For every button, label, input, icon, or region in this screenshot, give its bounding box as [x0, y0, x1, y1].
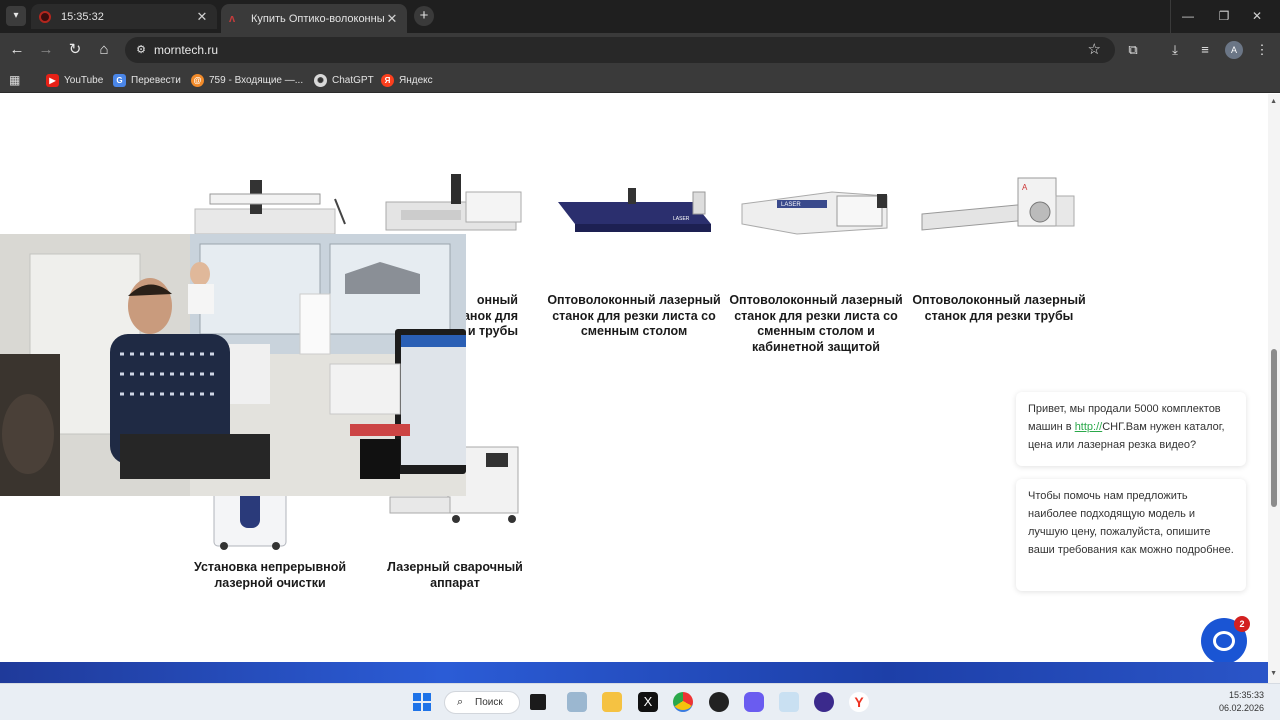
file-explorer-icon[interactable] [602, 692, 622, 712]
product-title[interactable]: Установка непрерывной лазерной очистки [180, 560, 360, 591]
record-icon [39, 10, 51, 23]
page-scrollbar[interactable]: ▲ ▼ [1268, 94, 1280, 683]
task-view-icon[interactable] [530, 694, 546, 710]
obs-icon[interactable] [709, 692, 729, 712]
windows-start-icon[interactable] [412, 692, 432, 712]
taskbar-clock[interactable]: 15:35:33 06.02.2026 [1219, 689, 1264, 715]
product-image-exchange-table-cutter[interactable]: LASER [553, 182, 715, 244]
svg-text:LASER: LASER [673, 216, 690, 222]
os-taskbar: ⌕ Поиск X Y 15:35:33 06.02.2026 [0, 683, 1280, 720]
address-bar[interactable]: ⚙ morntech.ru ☆ [125, 37, 1115, 63]
notepad-icon[interactable] [567, 692, 587, 712]
bookmark-mail[interactable]: @ 759 - Входящие —... [191, 72, 303, 88]
yandex-browser-icon[interactable]: Y [849, 692, 869, 712]
taskbar-search-label: Поиск [475, 697, 503, 708]
product-title[interactable]: Оптоволоконный лазерный станок для резки… [909, 293, 1089, 324]
video-overlay [0, 234, 466, 496]
more-menu-icon[interactable]: ⋮ [1253, 41, 1271, 59]
chat-launcher-button[interactable]: 2 [1201, 616, 1250, 664]
browser-tab-recording[interactable]: 15:35:32 ✕ [31, 4, 217, 29]
avatar[interactable]: A [1225, 41, 1243, 59]
tab-title: Купить Оптико-волоконный л [251, 12, 385, 25]
tab-search-menu-button[interactable]: ▾ [6, 6, 26, 26]
clock-date: 06.02.2026 [1218, 703, 1264, 713]
bookmark-label: YouTube [64, 74, 104, 86]
url-text[interactable]: morntech.ru [154, 43, 218, 57]
svg-text:LASER: LASER [781, 202, 801, 208]
browser-toolbar: ← → ↻ ⌂ ⚙ morntech.ru ☆ ⧉ ⤓ ≡ A ⋮ [0, 33, 1280, 67]
section-heading-cut: · · · [630, 94, 674, 106]
site-favicon-icon: ʌ [229, 12, 236, 25]
mail-icon: @ [191, 73, 204, 87]
chat-message: Привет, мы продали 5000 комплектов машин… [1016, 392, 1246, 466]
apps-grid-icon[interactable]: ▦ [9, 73, 23, 87]
translate-icon: G [113, 73, 126, 87]
chat-message: Чтобы помочь нам предложить наиболее под… [1016, 479, 1246, 591]
scroll-up-icon[interactable]: ▲ [1270, 98, 1277, 105]
close-window-button[interactable]: ✕ [1242, 6, 1272, 26]
back-button[interactable]: ← [7, 40, 27, 60]
divider [1170, 0, 1171, 33]
browser-app-icon[interactable] [814, 692, 834, 712]
download-icon[interactable]: ⤓ [1166, 41, 1184, 59]
scrollbar-thumb[interactable] [1271, 349, 1277, 507]
product-title[interactable]: Лазерный сварочный аппарат [365, 560, 545, 591]
product-title[interactable]: Оптоволоконный лазерный станок для резки… [726, 293, 906, 355]
extensions-icon[interactable]: ⧉ [1124, 41, 1142, 59]
bookmark-youtube[interactable]: ▶ YouTube [46, 72, 103, 88]
bookmark-label: ChatGPT [332, 74, 374, 86]
browser-tab-active[interactable]: ʌ Купить Оптико-волоконный л ✕ [221, 4, 407, 33]
bookmark-label: Яндекс [399, 74, 433, 86]
maximize-button[interactable]: ❐ [1209, 6, 1239, 26]
scroll-down-icon[interactable]: ▼ [1270, 670, 1277, 677]
bookmark-star-icon[interactable]: ☆ [1088, 40, 1101, 58]
chat-bubble-icon [1213, 631, 1235, 651]
chat-link[interactable]: http:// [1075, 421, 1103, 433]
product-title[interactable]: Оптоволоконный лазерный станок для резки… [544, 293, 724, 340]
close-icon[interactable]: ✕ [195, 9, 209, 25]
bookmark-label: 759 - Входящие —... [209, 74, 304, 86]
minimize-button[interactable]: — [1173, 6, 1203, 26]
clock-time: 15:35:33 [1228, 690, 1264, 700]
chatgpt-icon: ✺ [314, 73, 327, 87]
video-frame-office-scene [0, 234, 466, 496]
product-image-enclosed-cutter[interactable]: LASER [737, 182, 899, 244]
chrome-icon[interactable] [673, 692, 693, 712]
svg-text:A: A [1022, 183, 1028, 192]
web-page: · · · LASER LASER A онный танок для [0, 94, 1280, 683]
tab-title: 15:35:32 [61, 10, 104, 23]
bookmark-chatgpt[interactable]: ✺ ChatGPT [314, 72, 374, 88]
home-button[interactable]: ⌂ [94, 40, 114, 60]
chat-message-text: Чтобы помочь нам предложить наиболее под… [1028, 490, 1234, 556]
search-icon: ⌕ [457, 696, 464, 708]
site-info-icon[interactable]: ⚙ [133, 42, 149, 58]
forward-button[interactable]: → [36, 40, 56, 60]
reload-button[interactable]: ↻ [65, 40, 85, 60]
media-control-icon[interactable]: ≡ [1196, 41, 1214, 59]
youtube-icon: ▶ [46, 73, 59, 87]
product-image-tube-cutter[interactable]: A [918, 174, 1080, 246]
paint-icon[interactable] [779, 692, 799, 712]
bookmark-label: Перевести [131, 74, 181, 86]
bookmarks-bar: ▦ ▶ YouTube G Перевести @ 759 - Входящие… [0, 67, 1280, 93]
messenger-icon[interactable] [744, 692, 764, 712]
product-image-laser-cutter-2[interactable] [376, 172, 531, 242]
unread-badge: 2 [1234, 616, 1250, 632]
browser-tab-bar: ▾ 15:35:32 ✕ ʌ Купить Оптико-волоконный … [0, 0, 1280, 33]
new-tab-button[interactable]: + [414, 6, 434, 26]
yandex-icon: Я [381, 73, 394, 87]
taskbar-search[interactable]: ⌕ Поиск [444, 691, 520, 714]
bookmark-translate[interactable]: G Перевести [113, 72, 181, 88]
bookmark-yandex[interactable]: Я Яндекс [381, 72, 433, 88]
footer-banner [0, 662, 1268, 683]
x-app-icon[interactable]: X [638, 692, 658, 712]
close-icon[interactable]: ✕ [385, 11, 399, 27]
